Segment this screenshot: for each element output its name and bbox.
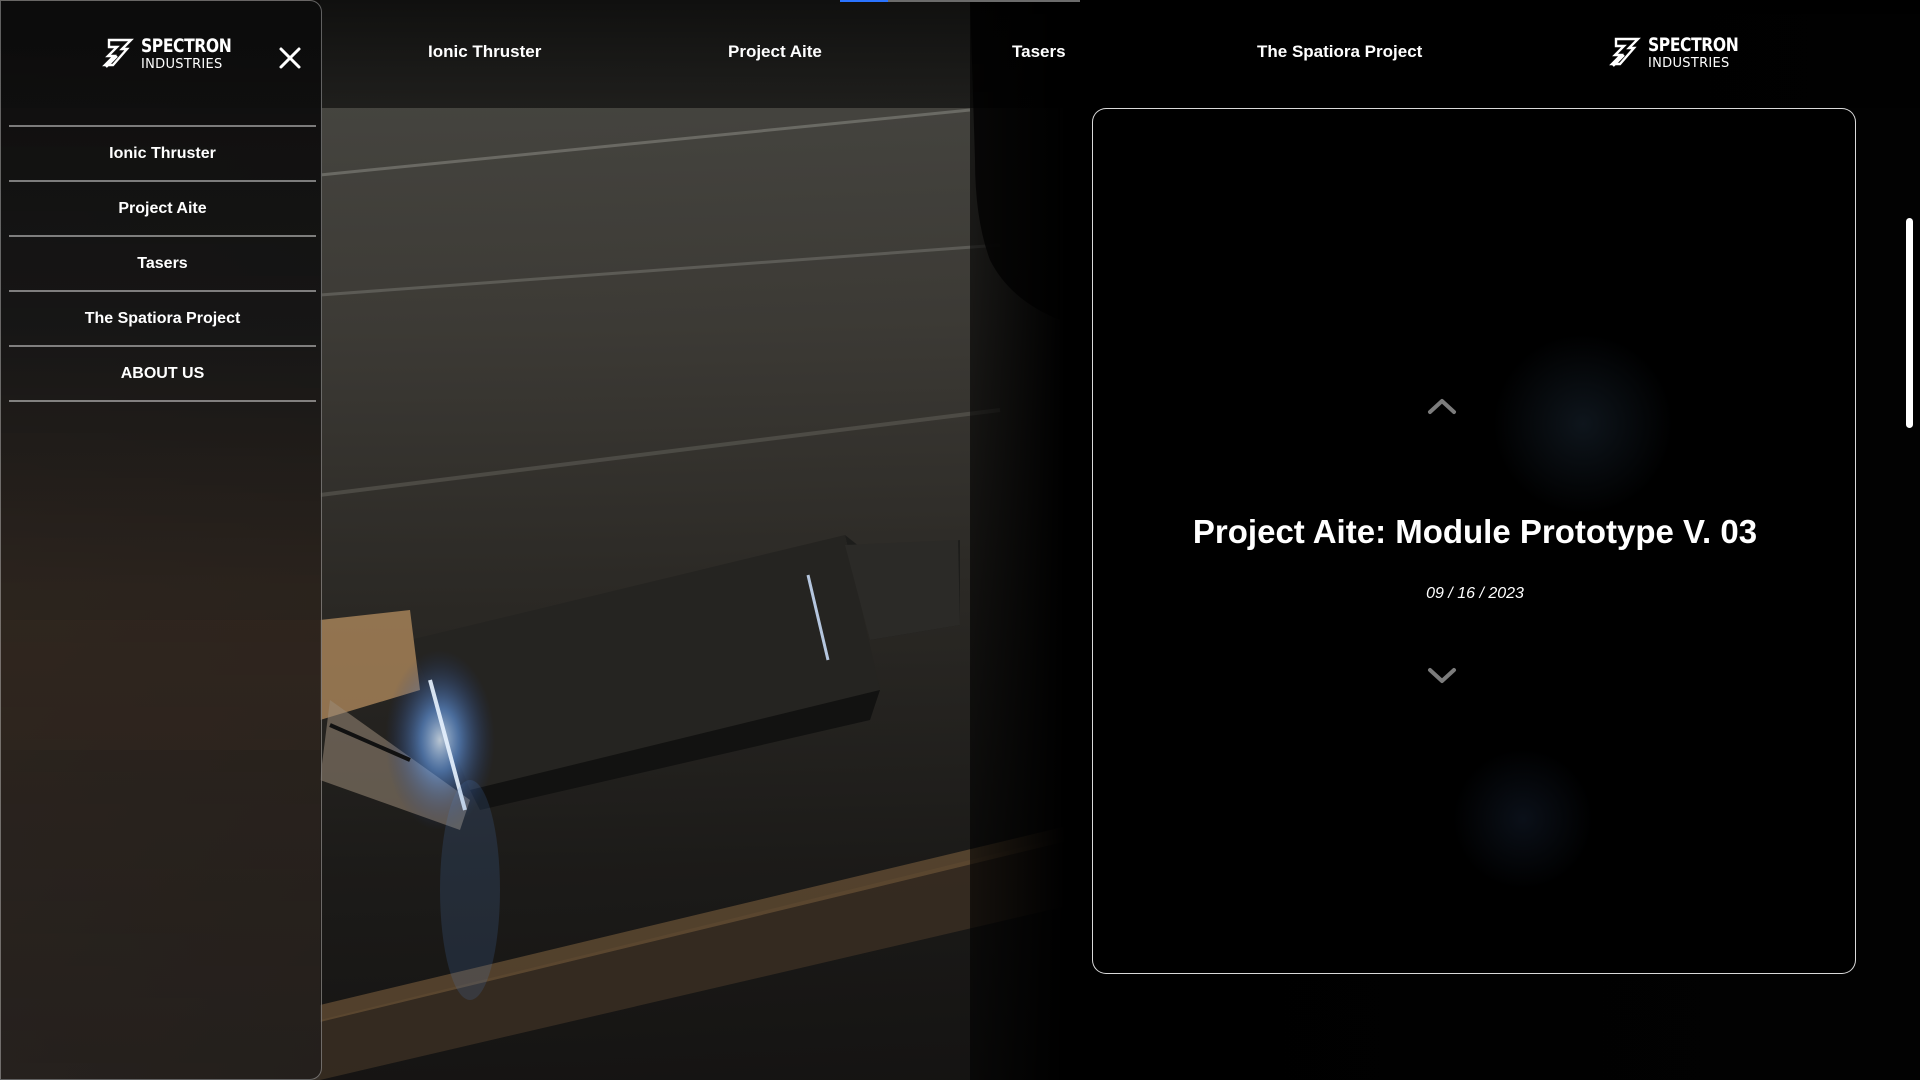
drawer-item-spatiora-project[interactable]: The Spatiora Project [9, 292, 316, 347]
chevron-up-icon[interactable] [1425, 393, 1459, 417]
project-title: Project Aite: Module Prototype V. 03 [1192, 513, 1758, 550]
nav-link-spatiora-project[interactable]: The Spatiora Project [1257, 42, 1422, 62]
scroll-progress-fill [840, 0, 888, 2]
page-scrollbar-thumb[interactable] [1906, 218, 1913, 428]
drawer-item-tasers[interactable]: Tasers [9, 237, 316, 292]
spectron-logo-mark-icon [102, 38, 134, 68]
nav-link-ionic-thruster[interactable]: Ionic Thruster [428, 42, 541, 62]
project-card: Project Aite: Module Prototype V. 03 09 … [1092, 108, 1856, 974]
scroll-progress-track [840, 0, 1080, 2]
drawer-item-ionic-thruster[interactable]: Ionic Thruster [9, 127, 316, 182]
project-date: 09 / 16 / 2023 [1426, 585, 1524, 602]
logo-wordmark: SPECTRON [141, 35, 232, 57]
logo-subtitle: INDUSTRIES [1648, 56, 1730, 71]
page: Ionic Thruster Project Aite Tasers The S… [0, 0, 1920, 1080]
drawer-item-about-us[interactable]: ABOUT US [9, 347, 316, 402]
drawer-logo[interactable]: SPECTRON INDUSTRIES [101, 37, 251, 71]
logo-subtitle: INDUSTRIES [141, 57, 223, 72]
spectron-logo-mark-icon [1609, 37, 1641, 67]
side-drawer: SPECTRON INDUSTRIES Ionic Thruster Proje… [0, 0, 322, 1080]
chevron-down-icon[interactable] [1425, 664, 1459, 688]
drawer-menu: Ionic Thruster Project Aite Tasers The S… [9, 125, 316, 402]
logo-wordmark: SPECTRON [1648, 34, 1739, 56]
drawer-item-project-aite[interactable]: Project Aite [9, 182, 316, 237]
nav-link-project-aite[interactable]: Project Aite [728, 42, 822, 62]
close-icon[interactable] [273, 41, 307, 75]
nav-link-tasers[interactable]: Tasers [1012, 42, 1066, 62]
header-logo[interactable]: SPECTRON INDUSTRIES [1608, 36, 1758, 70]
